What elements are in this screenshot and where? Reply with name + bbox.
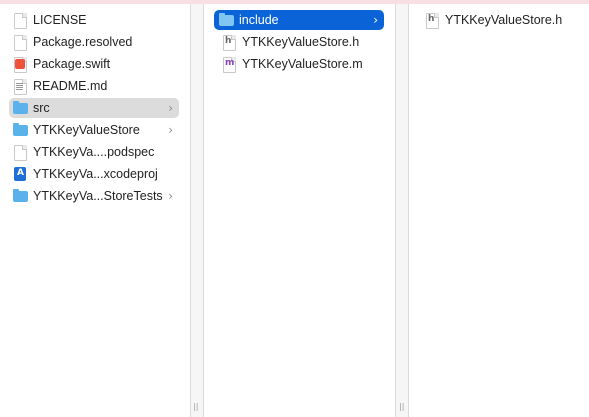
item-label: README.md (33, 79, 108, 93)
item-label: YTKKeyValueStore.h (445, 13, 563, 27)
column-src[interactable]: include › h YTKKeyValueStore.h m YTKKeyV… (204, 4, 395, 417)
list-item-package-swift[interactable]: Package.swift (13, 54, 183, 74)
swift-file-icon (13, 56, 27, 73)
header-alias-icon: h (425, 12, 439, 29)
list-item-header-file[interactable]: h YTKKeyValueStore.h (222, 32, 382, 52)
chevron-right-icon: › (168, 123, 173, 137)
chevron-right-icon: › (168, 189, 173, 203)
list-item-implementation-file[interactable]: m YTKKeyValueStore.m (222, 54, 382, 74)
list-item-package-resolved[interactable]: Package.resolved (13, 32, 183, 52)
column-resize-gutter[interactable]: || (190, 4, 204, 417)
document-icon (13, 12, 27, 29)
list-item-xcodeproj[interactable]: YTKKeyVa...xcodeproj (13, 164, 183, 184)
item-label: YTKKeyVa....podspec (33, 145, 155, 159)
item-label: YTKKeyValueStore (33, 123, 140, 137)
item-label: src (33, 101, 50, 115)
list-item-include[interactable]: include › (214, 10, 384, 30)
folder-icon (13, 122, 28, 138)
column-resize-grip[interactable]: || (193, 402, 198, 411)
item-label: Package.resolved (33, 35, 133, 49)
column-resize-grip[interactable]: || (399, 402, 404, 411)
column-include[interactable]: h YTKKeyValueStore.h (409, 4, 589, 417)
list-item-storetests-folder[interactable]: YTKKeyVa...StoreTests › (13, 186, 179, 206)
item-label: Package.swift (33, 57, 111, 71)
header-file-icon: h (222, 34, 236, 51)
item-label: YTKKeyValueStore.h (242, 35, 360, 49)
list-item-license[interactable]: LICENSE (13, 10, 183, 30)
folder-icon (219, 12, 234, 28)
chevron-right-icon: › (373, 13, 378, 27)
list-item-header-alias[interactable]: h YTKKeyValueStore.h (425, 10, 585, 30)
list-item-podspec[interactable]: YTKKeyVa....podspec (13, 142, 183, 162)
objc-file-icon: m (222, 56, 236, 73)
list-item-src[interactable]: src › (9, 98, 179, 118)
column-root[interactable]: LICENSE Package.resolved Package.swift R… (0, 4, 190, 417)
list-item-readme[interactable]: README.md (13, 76, 183, 96)
item-label: YTKKeyVa...xcodeproj (33, 167, 158, 181)
item-label: YTKKeyValueStore.m (242, 57, 363, 71)
item-label: LICENSE (33, 13, 87, 27)
item-label: YTKKeyVa...StoreTests (33, 189, 163, 203)
markdown-file-icon (13, 78, 27, 95)
document-icon (13, 34, 27, 51)
xcodeproj-icon (13, 166, 27, 182)
column-resize-gutter[interactable]: || (395, 4, 409, 417)
folder-icon (13, 100, 28, 116)
item-label: include (239, 13, 279, 27)
column-divider (190, 4, 191, 417)
list-item-ytkkeyvaluestore-folder[interactable]: YTKKeyValueStore › (13, 120, 179, 140)
column-divider (395, 4, 396, 417)
document-icon (13, 144, 27, 161)
folder-icon (13, 188, 28, 204)
chevron-right-icon: › (168, 101, 173, 115)
